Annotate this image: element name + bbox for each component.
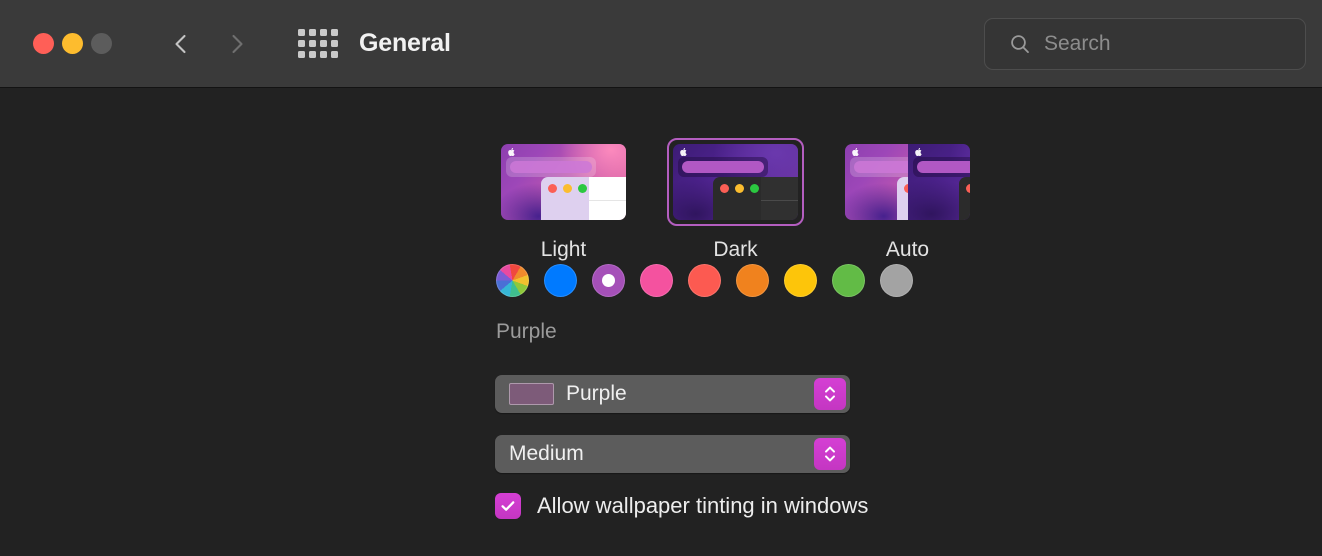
- search-field[interactable]: [984, 18, 1315, 70]
- minimize-button[interactable]: [62, 33, 83, 54]
- accent-swatch-red[interactable]: [688, 264, 721, 297]
- appearance-option-light[interactable]: Light: [495, 138, 632, 262]
- accent-swatch-green[interactable]: [832, 264, 865, 297]
- accent-color-swatches: [496, 264, 913, 297]
- window-preview: [541, 177, 626, 220]
- window-toolbar: General: [0, 0, 1322, 88]
- sidebar-icon-size-value: Medium: [509, 442, 584, 465]
- thumbnail-preview-light: [501, 144, 626, 220]
- menu-bar-preview: [850, 157, 908, 177]
- appearance-option-label: Dark: [713, 238, 758, 261]
- forward-chevron-icon[interactable]: [224, 31, 250, 57]
- appearance-option-dark[interactable]: Dark: [667, 138, 804, 262]
- back-chevron-icon[interactable]: [168, 31, 194, 57]
- apple-logo-icon: [914, 148, 922, 156]
- accent-swatch-purple[interactable]: [592, 264, 625, 297]
- appearance-option-auto[interactable]: Auto: [839, 138, 976, 262]
- window-preview: [896, 177, 908, 220]
- selected-dot: [602, 274, 615, 287]
- navigation-controls: [168, 31, 250, 57]
- apple-logo-icon: [508, 148, 515, 156]
- preview-zoom-dot: [750, 184, 759, 194]
- zoom-button[interactable]: [91, 33, 112, 54]
- accent-swatch-orange[interactable]: [736, 264, 769, 297]
- appearance-option-label: Auto: [885, 238, 930, 261]
- page-title: General: [359, 29, 451, 57]
- search-icon: [1009, 33, 1031, 55]
- appearance-thumbnail-light[interactable]: [495, 138, 632, 226]
- appearance-thumbnail-auto[interactable]: [839, 138, 976, 226]
- appearance-options: Light Dark Auto: [495, 138, 976, 262]
- preview-close-dot: [720, 184, 729, 194]
- close-button[interactable]: [33, 33, 54, 54]
- highlight-color-popup[interactable]: Purple: [495, 375, 850, 413]
- window-preview: [959, 177, 970, 220]
- accent-swatch-yellow[interactable]: [784, 264, 817, 297]
- auto-dark-half: [907, 144, 970, 220]
- traffic-light-controls: [33, 33, 112, 54]
- show-all-grid-icon[interactable]: [297, 23, 339, 65]
- search-input[interactable]: [1044, 32, 1315, 56]
- preview-close-dot: [548, 184, 557, 194]
- preview-minimize-dot: [735, 184, 744, 194]
- thumbnail-preview-dark: [673, 144, 798, 220]
- window-sidebar-preview: [896, 177, 908, 220]
- menu-bar-preview: [912, 157, 970, 177]
- apple-logo-icon: [852, 148, 859, 156]
- accent-swatch-multicolor[interactable]: [496, 264, 529, 297]
- auto-light-half: [845, 144, 908, 220]
- sidebar-icon-size-popup[interactable]: Medium: [495, 435, 850, 473]
- preferences-content: Appearance:: [0, 88, 1322, 555]
- appearance-thumbnail-dark[interactable]: [667, 138, 804, 226]
- window-preview: [713, 177, 798, 220]
- apple-logo-icon: [680, 148, 687, 156]
- preferences-window: General Appearance:: [0, 0, 1322, 556]
- appearance-option-label: Light: [540, 238, 587, 261]
- thumbnail-preview-auto: [845, 144, 970, 220]
- preview-zoom-dot: [578, 184, 587, 194]
- preview-close-dot: [966, 184, 970, 194]
- accent-swatch-blue[interactable]: [544, 264, 577, 297]
- preview-minimize-dot: [563, 184, 572, 194]
- window-sidebar-preview: [959, 177, 970, 220]
- menu-bar-preview: [506, 157, 596, 177]
- window-body-preview: [588, 177, 626, 220]
- stepper-up-down-icon[interactable]: [814, 438, 846, 470]
- highlight-color-chip: [509, 383, 554, 405]
- wallpaper-tinting-row[interactable]: Allow wallpaper tinting in windows: [495, 493, 868, 519]
- wallpaper-tinting-checkbox[interactable]: [495, 493, 521, 519]
- menu-bar-preview: [678, 157, 768, 177]
- accent-swatch-graphite[interactable]: [880, 264, 913, 297]
- stepper-up-down-icon[interactable]: [814, 378, 846, 410]
- wallpaper-tinting-label: Allow wallpaper tinting in windows: [537, 493, 869, 518]
- accent-color-selected-name: Purple: [496, 320, 557, 343]
- window-body-preview: [760, 177, 798, 220]
- grid-dots: [298, 29, 338, 58]
- highlight-color-value: Purple: [566, 382, 627, 405]
- window-sidebar-preview: [713, 177, 761, 220]
- accent-swatch-pink[interactable]: [640, 264, 673, 297]
- window-sidebar-preview: [541, 177, 589, 220]
